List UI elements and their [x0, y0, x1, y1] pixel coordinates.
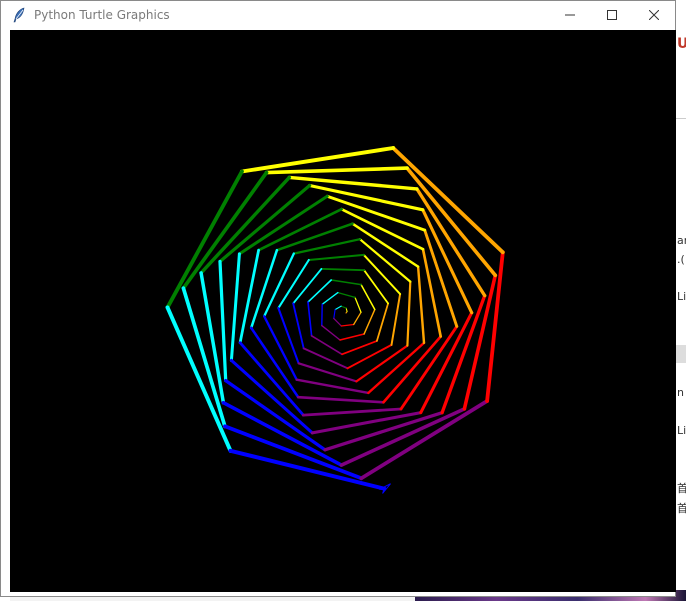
spiral-segment: [421, 247, 443, 338]
spiral-segment: [334, 305, 342, 311]
spiral-segment: [376, 302, 389, 342]
turtle-canvas[interactable]: [10, 30, 676, 592]
spiral-segment: [333, 317, 342, 327]
maximize-button[interactable]: [591, 1, 633, 29]
spiral-segment: [390, 293, 402, 346]
spiral-segment: [354, 296, 362, 313]
minimize-icon: [565, 14, 575, 16]
spiral-segment: [330, 279, 362, 286]
spiral-segment: [301, 407, 403, 417]
background-glyph: Li: [677, 290, 686, 303]
spiral-segment: [238, 248, 260, 345]
maximize-icon: [607, 10, 617, 20]
spiral-segment: [223, 424, 364, 481]
background-block: [676, 345, 686, 363]
spiral-segment: [229, 252, 241, 362]
spiral-segment: [362, 253, 402, 295]
spiral-segment: [321, 291, 339, 305]
spiral-segment: [353, 311, 362, 326]
spiral-segment: [363, 308, 376, 335]
spiral-segment: [310, 411, 423, 435]
spiral-segment: [337, 291, 356, 299]
spiral-segment: [320, 267, 366, 272]
background-divider: [676, 118, 686, 119]
spiral-segment: [307, 301, 313, 337]
background-glyph: Ur: [677, 36, 686, 52]
minimize-button[interactable]: [549, 1, 591, 29]
spiral-segment: [360, 283, 376, 311]
spiral-segment: [307, 253, 365, 262]
close-button[interactable]: [633, 1, 675, 29]
spiral-segment: [296, 395, 385, 404]
spiral-drawing: [165, 146, 505, 494]
window-controls: [549, 1, 675, 29]
background-glyph: 首: [677, 482, 686, 495]
spiral-segment: [333, 309, 336, 319]
spiral-segment: [346, 343, 393, 370]
spiral-segment: [340, 305, 347, 309]
background-glyph: ar: [677, 234, 686, 247]
spiral-segment: [218, 259, 228, 383]
background-glyph: Li: [677, 424, 686, 437]
spiral-segment: [340, 323, 355, 327]
background-glyph: n: [677, 386, 684, 399]
turtle-window: Python Turtle Graphics: [0, 0, 676, 597]
spiral-segment: [218, 183, 312, 264]
spiral-segment: [359, 399, 489, 481]
close-icon: [649, 10, 659, 20]
spiral-segment: [302, 347, 349, 370]
spiral-segment: [321, 324, 341, 341]
spiral-segment: [264, 166, 409, 175]
background-glyph: .(: [677, 253, 685, 266]
spiral-segment: [416, 265, 426, 345]
spiral-segment: [292, 267, 323, 305]
window-title: Python Turtle Graphics: [34, 8, 170, 22]
spiral-segment: [406, 280, 412, 347]
spiral-segment: [297, 362, 358, 383]
spiral-segment: [292, 302, 305, 350]
spiral-segment: [363, 269, 389, 305]
spiral-segment: [277, 258, 310, 310]
spiral-segment: [307, 279, 333, 303]
spiral-segment: [341, 340, 378, 356]
feather-icon: [13, 7, 25, 23]
background-app-edge: Ur ar .( Li n Li 首 首: [676, 0, 686, 601]
spiral-segment: [339, 333, 365, 341]
background-glyph: 首: [677, 502, 686, 515]
spiral-segment: [238, 341, 305, 417]
spiral-segment: [405, 166, 498, 278]
spiral-segment: [237, 194, 329, 256]
window-titlebar[interactable]: Python Turtle Graphics: [1, 1, 675, 29]
